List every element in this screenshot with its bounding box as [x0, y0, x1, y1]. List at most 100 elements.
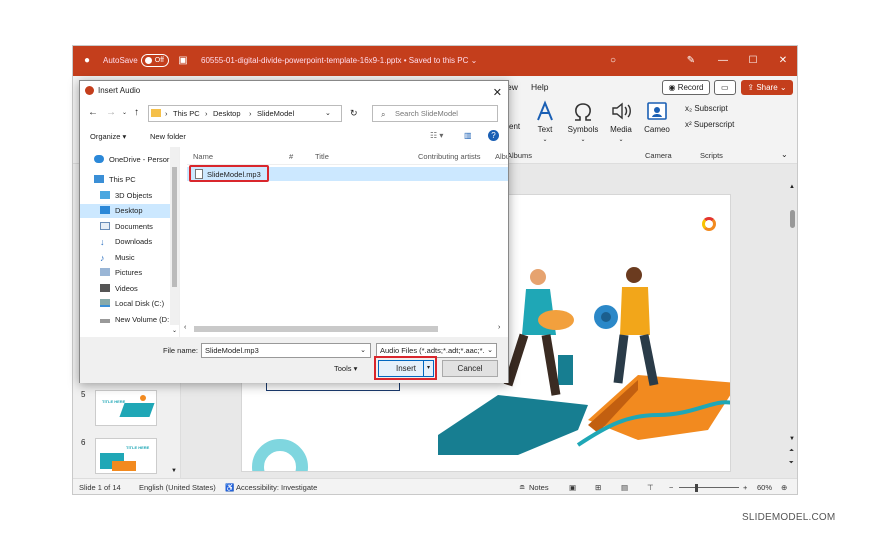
slide-thumbnail-6[interactable]: TITLE HERE: [95, 438, 157, 474]
scroll-down-icon[interactable]: ▼: [789, 436, 795, 442]
minimize-icon[interactable]: —: [717, 55, 729, 67]
back-arrow-icon[interactable]: ←: [88, 107, 98, 118]
view-options-icon[interactable]: ☷ ▾: [430, 131, 443, 140]
accessibility-status[interactable]: Accessibility: Investigate: [236, 483, 317, 492]
cloud-icon: [94, 155, 104, 163]
scroll-up-icon[interactable]: ▲: [789, 184, 795, 190]
zoom-slider-thumb[interactable]: [695, 484, 698, 492]
text-button[interactable]: Text ⌄: [531, 100, 559, 143]
column-header-name[interactable]: Name: [193, 152, 213, 161]
tab-help[interactable]: Help: [531, 82, 548, 92]
forward-arrow-icon[interactable]: →: [106, 107, 116, 118]
organize-button[interactable]: Organize ▾: [90, 132, 126, 141]
status-bar: Slide 1 of 14 English (United States) ♿ …: [73, 478, 797, 494]
file-list-horizontal-scrollbar[interactable]: ‹ ›: [184, 324, 506, 334]
slide-thumbnail-5[interactable]: TITLE HERE: [95, 390, 157, 426]
nav-item-documents[interactable]: Documents: [100, 220, 153, 234]
media-button[interactable]: Media ⌄: [605, 100, 637, 143]
content-button-partial[interactable]: ent: [509, 122, 520, 131]
scroll-right-icon[interactable]: ›: [498, 324, 500, 331]
nav-pane-scrollbar[interactable]: [170, 147, 179, 325]
save-icon[interactable]: ▣: [177, 55, 189, 67]
search-placeholder: Search SlideModel: [395, 109, 458, 118]
share-button[interactable]: ⇪ Share ⌄: [741, 80, 793, 95]
breadcrumb-item[interactable]: This PC: [173, 109, 200, 118]
search-input[interactable]: ⌕ Search SlideModel: [372, 105, 498, 122]
autosave-toggle[interactable]: Off: [141, 54, 169, 67]
slide-sorter-icon[interactable]: ⊞: [595, 483, 601, 492]
pen-icon[interactable]: ✎: [685, 55, 697, 67]
text-icon: [537, 100, 553, 121]
fit-slide-icon[interactable]: ⊕: [781, 483, 787, 492]
nav-item-local-disk[interactable]: Local Disk (C:): [100, 297, 164, 311]
slideshow-icon[interactable]: ⊤: [647, 483, 654, 492]
symbols-button[interactable]: Symbols ⌄: [565, 100, 601, 143]
chevron-down-icon[interactable]: ⌄: [360, 344, 366, 357]
maximize-icon[interactable]: ☐: [747, 55, 759, 67]
dialog-title-bar: Insert Audio ✕: [80, 81, 508, 100]
preview-pane-icon[interactable]: ▥: [464, 131, 472, 140]
notes-button[interactable]: Notes: [529, 483, 549, 492]
cameo-icon: [647, 102, 667, 120]
thumbnail-dot: [140, 395, 146, 401]
help-icon[interactable]: ?: [488, 130, 499, 141]
scroll-thumb[interactable]: [172, 167, 177, 287]
tools-button[interactable]: Tools ▾: [334, 364, 357, 373]
chevron-down-icon[interactable]: ⌄: [325, 109, 331, 117]
zoom-out-icon[interactable]: −: [669, 483, 673, 492]
language-indicator[interactable]: English (United States): [139, 483, 216, 492]
column-header-number[interactable]: #: [289, 152, 293, 161]
file-highlight-annotation: [189, 165, 269, 182]
column-header-album[interactable]: Album: [495, 152, 508, 161]
nav-item-new-volume[interactable]: New Volume (D:: [100, 313, 169, 327]
normal-view-icon[interactable]: ▣: [569, 483, 576, 492]
column-header-contributing-artists[interactable]: Contributing artists: [418, 152, 481, 161]
close-icon[interactable]: ✕: [777, 55, 789, 67]
scroll-thumb[interactable]: [790, 210, 795, 228]
thumbnail-scroll-down-icon[interactable]: ▼: [171, 468, 177, 474]
recent-locations-icon[interactable]: ⌄: [122, 109, 127, 116]
breadcrumb[interactable]: › This PC › Desktop › SlideModel ⌄: [148, 105, 342, 122]
previous-slide-icon[interactable]: ⏶: [789, 448, 794, 455]
editor-vertical-scrollbar[interactable]: ▲ ▼ ⏶ ⏷: [788, 184, 797, 474]
breadcrumb-separator: ›: [249, 109, 252, 118]
nav-item-videos[interactable]: Videos: [100, 282, 138, 296]
up-arrow-icon[interactable]: ↑: [134, 107, 139, 118]
thumbnail-graphic: [112, 461, 136, 471]
collapse-ribbon-icon[interactable]: ⌄: [781, 150, 788, 159]
zoom-slider[interactable]: [679, 487, 739, 488]
column-header-title[interactable]: Title: [315, 152, 329, 161]
next-slide-icon[interactable]: ⏷: [789, 460, 794, 467]
disk-icon: [100, 299, 110, 307]
reading-view-icon[interactable]: ▤: [621, 483, 628, 492]
comments-button[interactable]: ▭: [714, 80, 736, 95]
scroll-left-icon[interactable]: ‹: [184, 324, 186, 331]
chevron-down-icon[interactable]: ⌄: [172, 327, 177, 334]
zoom-in-icon[interactable]: +: [743, 483, 747, 492]
refresh-icon[interactable]: ↻: [350, 108, 358, 119]
new-folder-button[interactable]: New folder: [150, 132, 186, 141]
record-button[interactable]: ◉ Record: [662, 80, 710, 95]
breadcrumb-item[interactable]: Desktop: [213, 109, 241, 118]
nav-item-downloads[interactable]: ↓ Downloads: [100, 235, 152, 249]
zoom-level[interactable]: 60%: [757, 483, 772, 492]
folder-icon: [151, 109, 161, 117]
search-icon[interactable]: ○: [607, 55, 619, 67]
breadcrumb-separator: ›: [205, 109, 208, 118]
nav-item-pictures[interactable]: Pictures: [100, 266, 142, 280]
filename-field[interactable]: SlideModel.mp3 ⌄: [201, 343, 371, 358]
group-label-scripts: Scripts: [700, 151, 723, 160]
cancel-button[interactable]: Cancel: [442, 360, 498, 377]
cameo-button[interactable]: Cameo: [641, 100, 673, 134]
nav-item-music[interactable]: ♪ Music: [100, 251, 135, 265]
breadcrumb-item[interactable]: SlideModel: [257, 109, 294, 118]
insert-highlight-annotation: [374, 356, 437, 380]
nav-item-desktop[interactable]: Desktop: [80, 204, 174, 218]
nav-item-this-pc[interactable]: This PC: [94, 173, 136, 187]
scroll-thumb[interactable]: [194, 326, 438, 332]
decorative-circle: [252, 439, 308, 471]
nav-item-onedrive[interactable]: OneDrive - Persor: [94, 153, 169, 167]
subscript-button[interactable]: x₂ Subscript: [685, 104, 745, 113]
nav-item-3d-objects[interactable]: 3D Objects: [100, 189, 152, 203]
superscript-button[interactable]: x² Superscript: [685, 120, 755, 129]
